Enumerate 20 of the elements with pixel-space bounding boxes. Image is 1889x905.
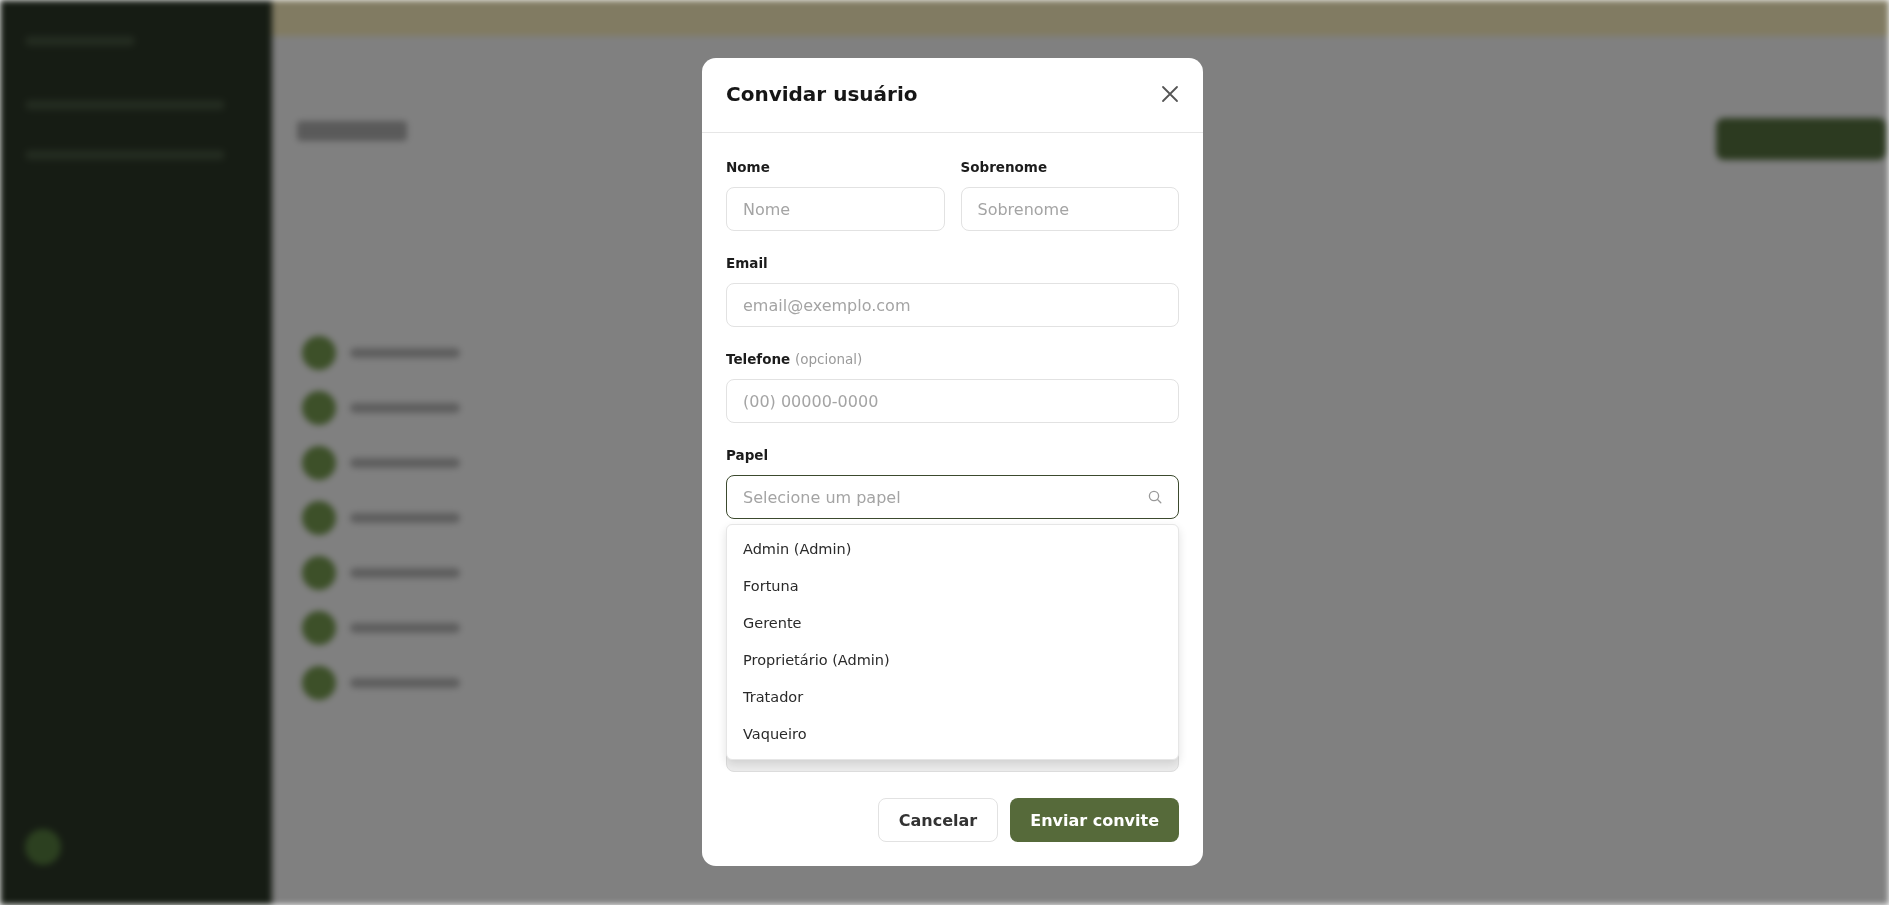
input-field[interactable]: Sobrenome <box>960 187 1179 231</box>
menu-item[interactable]: Tratador <box>727 679 1178 716</box>
menu-item[interactable]: Admin (Admin) <box>727 531 1178 568</box>
input-field[interactable]: Nome <box>726 187 945 231</box>
field-label: Email <box>726 255 769 271</box>
send-button[interactable]: Enviar convite <box>1010 798 1179 842</box>
field-label: Telefone (opcional) <box>726 351 864 367</box>
search-icon <box>1148 490 1162 504</box>
field-label: Nome <box>726 159 771 175</box>
menu-item[interactable]: Gerente <box>727 605 1178 642</box>
input-field[interactable]: (00) 00000-0000 <box>726 379 1179 423</box>
dialog-title: Convidar usuário <box>726 82 918 106</box>
field-label: Sobrenome <box>960 159 1049 175</box>
menu-item[interactable]: Proprietário (Admin) <box>727 642 1178 679</box>
menu-item[interactable]: Vaqueiro <box>727 716 1178 753</box>
menu-item[interactable]: Fortuna <box>727 568 1178 605</box>
close-icon[interactable] <box>1161 85 1179 103</box>
cancel-button[interactable]: Cancelar <box>877 798 999 842</box>
field-label: Papel <box>726 447 770 463</box>
input-field[interactable]: email@exemplo.com <box>726 283 1179 327</box>
